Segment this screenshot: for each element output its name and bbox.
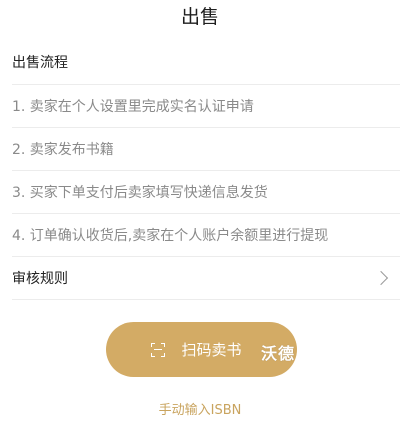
- process-step-4: 4. 订单确认收货后,卖家在个人账户余额里进行提现: [12, 213, 400, 256]
- audit-rules-label: 审核规则: [12, 271, 68, 287]
- scan-sell-button[interactable]: 扫码卖书 沃德: [106, 322, 297, 377]
- chevron-right-icon: [373, 270, 389, 286]
- audit-rules-row[interactable]: 审核规则: [12, 256, 400, 300]
- process-step-1: 1. 卖家在个人设置里完成实名认证申请: [12, 84, 400, 127]
- sell-page: 出售 出售流程 1. 卖家在个人设置里完成实名认证申请 2. 卖家发布书籍 3.…: [0, 0, 400, 426]
- process-step-2: 2. 卖家发布书籍: [12, 127, 400, 170]
- process-step-3: 3. 买家下单支付后卖家填写快递信息发货: [12, 170, 400, 213]
- scan-sell-label: 扫码卖书: [181, 341, 242, 359]
- manual-isbn-link[interactable]: 手动输入ISBN: [0, 399, 400, 419]
- process-section-header: 出售流程: [12, 55, 68, 71]
- page-title: 出售: [180, 6, 219, 28]
- watermark-overlay: 沃德: [260, 344, 295, 363]
- scan-icon: [151, 342, 166, 357]
